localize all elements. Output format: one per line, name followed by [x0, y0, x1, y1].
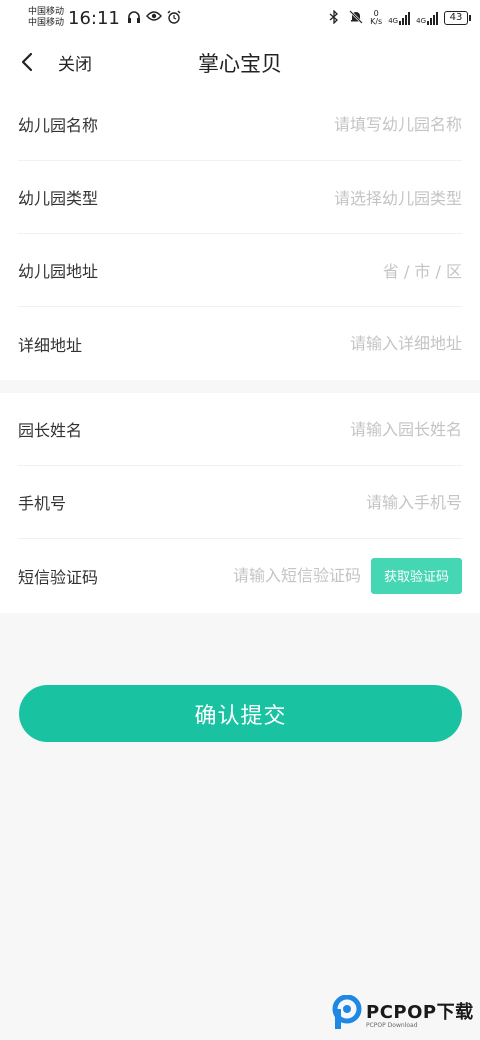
status-bar: 中国移动 中国移动 16:11 0 K/s 4G 4G 43	[0, 0, 480, 36]
net-type-1: 4G	[388, 17, 399, 25]
signal-bars-icon	[427, 11, 438, 25]
phone-input[interactable]	[262, 492, 462, 512]
battery-icon: 43	[444, 11, 471, 25]
form-row-sms-code: 短信验证码 获取验证码	[18, 539, 462, 612]
alarm-icon	[166, 10, 182, 26]
submit-button[interactable]: 确认提交	[19, 685, 462, 742]
status-time: 16:11	[68, 7, 120, 29]
kindergarten-name-label: 幼儿园名称	[18, 116, 99, 135]
sms-code-label: 短信验证码	[18, 567, 99, 587]
battery-level: 43	[449, 12, 463, 23]
back-button[interactable]	[16, 50, 40, 74]
eye-icon	[145, 10, 162, 26]
form-row-detail-address: 详细地址	[18, 307, 462, 380]
kindergarten-type-select[interactable]: 请选择幼儿园类型	[334, 185, 462, 209]
net-speed: 0 K/s	[370, 10, 382, 26]
form-row-kindergarten-name: 幼儿园名称	[18, 88, 462, 161]
detail-address-label: 详细地址	[18, 335, 83, 355]
nav-bar: 关闭 掌心宝贝	[0, 36, 480, 88]
bluetooth-icon	[326, 9, 342, 26]
form-row-principal-name: 园长姓名	[18, 393, 462, 466]
sms-code-input[interactable]	[211, 566, 361, 585]
principal-name-label: 园长姓名	[18, 421, 83, 440]
close-button[interactable]: 关闭	[58, 50, 92, 75]
watermark-subtitle: PCPOP Download	[366, 1021, 418, 1029]
pcpop-logo-icon	[332, 995, 362, 1029]
signal-1: 4G	[388, 11, 411, 25]
form-row-kindergarten-address[interactable]: 幼儿园地址 省 / 市 / 区	[18, 234, 462, 307]
net-speed-unit: K/s	[370, 17, 383, 26]
carrier-1: 中国移动	[28, 7, 65, 17]
kindergarten-name-input[interactable]	[262, 114, 462, 134]
region-picker[interactable]: 省 / 市 / 区	[383, 258, 462, 282]
get-code-button[interactable]: 获取验证码	[371, 557, 462, 594]
net-type-2: 4G	[416, 17, 426, 25]
phone-label: 手机号	[18, 494, 67, 513]
principal-name-input[interactable]	[262, 419, 462, 439]
form-row-kindergarten-type[interactable]: 幼儿园类型 请选择幼儿园类型	[18, 161, 462, 234]
detail-address-input[interactable]	[262, 334, 462, 353]
carrier-2: 中国移动	[28, 18, 65, 28]
form-row-phone: 手机号	[18, 466, 462, 539]
kindergarten-address-label: 幼儿园地址	[18, 262, 99, 281]
signal-bars-icon	[399, 11, 411, 25]
watermark-title: PCPOP下载	[366, 1001, 474, 1023]
chevron-left-icon	[21, 52, 33, 72]
kindergarten-type-label: 幼儿园类型	[18, 189, 99, 208]
watermark: PCPOP下载 PCPOP Download	[332, 995, 474, 1031]
signal-2: 4G	[416, 11, 438, 25]
kindergarten-info-section: 幼儿园名称 幼儿园类型 请选择幼儿园类型 幼儿园地址 省 / 市 / 区 详细地…	[0, 88, 480, 380]
carrier-info: 中国移动 中国移动	[28, 7, 64, 29]
headphones-icon	[126, 10, 142, 26]
principal-info-section: 园长姓名 手机号 短信验证码 获取验证码	[0, 393, 480, 613]
mute-bell-icon	[348, 10, 364, 26]
